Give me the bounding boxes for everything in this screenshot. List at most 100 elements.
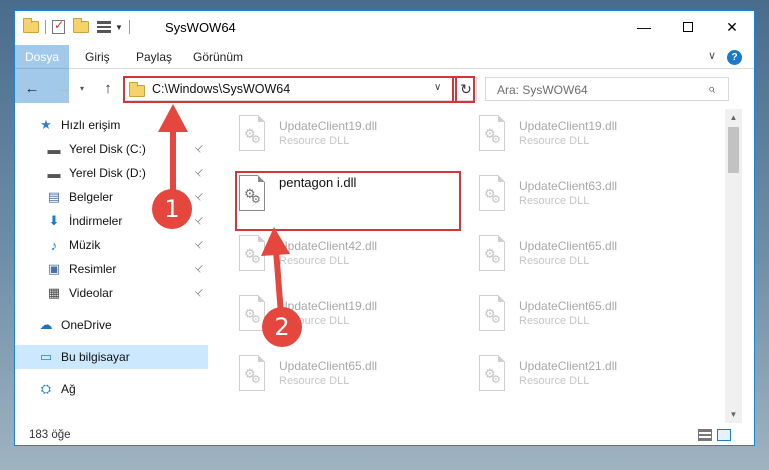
pin-icon[interactable]: ⊥ — [192, 166, 206, 180]
search-icon[interactable]: ⌕ — [708, 81, 715, 97]
gear-icon: ⚙ — [251, 134, 261, 146]
scrollbar-thumb[interactable] — [728, 127, 739, 173]
file-name: UpdateClient63.dll — [519, 179, 618, 193]
sidebar-item-yerel-disk-c-[interactable]: ▬ Yerel Disk (C:) ⊥ — [15, 137, 208, 161]
dll-file-icon: ⚙ ⚙ — [475, 175, 509, 215]
sidebar-item-label: Yerel Disk (D:) — [69, 166, 146, 180]
pin-icon[interactable]: ⊥ — [192, 190, 206, 204]
details-view-icon[interactable] — [698, 429, 712, 441]
file-description: Resource DLL — [279, 135, 350, 147]
explorer-window: ▼ SysWOW64 — ✕ Dosya Giriş Paylaş Görünü… — [14, 10, 755, 446]
status-bar: 183 öğe — [15, 425, 754, 445]
gear-icon: ⚙ — [491, 194, 501, 206]
sidebar-item-müzik[interactable]: ♪ Müzik ⊥ — [15, 233, 208, 257]
qat-dropdown-icon[interactable]: ▼ — [115, 23, 123, 32]
forward-button[interactable]: → — [53, 77, 75, 99]
document-icon: ▤ — [47, 189, 61, 204]
item-count: 183 öğe — [29, 429, 71, 441]
sidebar-item-label: Videolar — [69, 286, 113, 300]
sidebar-item-label: Müzik — [69, 238, 101, 252]
dll-file-icon: ⚙ ⚙ — [475, 235, 509, 275]
gear-icon: ⚙ — [491, 374, 501, 386]
file-item[interactable]: ⚙ ⚙ UpdateClient19.dll Resource DLL — [223, 289, 453, 347]
sidebar-item-label: Belgeler — [69, 190, 114, 204]
ribbon-expand-icon[interactable]: ∨ — [708, 49, 716, 62]
sidebar-item-label: OneDrive — [61, 318, 112, 332]
sidebar-item-hızlı-erişim[interactable]: ★ Hızlı erişim — [15, 113, 208, 137]
star-icon: ★ — [40, 117, 52, 132]
music-icon: ♪ — [50, 237, 58, 253]
file-description: Resource DLL — [279, 375, 350, 387]
file-description: Resource DLL — [519, 135, 590, 147]
file-name: UpdateClient21.dll — [519, 359, 618, 373]
file-highlight-box — [235, 171, 461, 231]
sidebar-item-resimler[interactable]: ▣ Resimler ⊥ — [15, 257, 208, 281]
tab-paylas[interactable]: Paylaş — [136, 45, 172, 69]
navigation-bar: ← → ▾ ↑ C:\Windows\SysWOW64 ∨ ↻ Ara: Sys… — [15, 75, 754, 103]
navigation-pane: ★ Hızlı erişim ▬ Yerel Disk (C:) ⊥ ▬ Yerel Dis… — [15, 111, 208, 423]
download-icon: ⬇ — [48, 213, 60, 228]
properties-icon[interactable] — [52, 18, 65, 34]
file-item[interactable]: ⚙ ⚙ UpdateClient63.dll Resource DLL — [463, 169, 693, 227]
file-description: Resource DLL — [519, 195, 590, 207]
dll-file-icon: ⚙ ⚙ — [475, 295, 509, 335]
view-options-icon[interactable] — [97, 21, 111, 33]
cloud-icon: ☁ — [39, 317, 53, 332]
tab-gorunum[interactable]: Görünüm — [193, 45, 243, 69]
file-item[interactable]: ⚙ ⚙ UpdateClient65.dll Resource DLL — [223, 349, 453, 407]
gear-icon: ⚙ — [491, 134, 501, 146]
file-item[interactable]: ⚙ ⚙ UpdateClient21.dll Resource DLL — [463, 349, 693, 407]
step-2-badge: 2 — [262, 307, 302, 347]
toolbar-separator — [128, 20, 130, 34]
file-name: UpdateClient19.dll — [279, 119, 378, 133]
pin-icon[interactable]: ⊥ — [192, 262, 206, 276]
drive-icon: ▬ — [47, 141, 61, 157]
new-folder-icon[interactable] — [73, 18, 89, 33]
file-name: UpdateClient65.dll — [279, 359, 378, 373]
sidebar-item-bu-bilgisayar[interactable]: ▭ Bu bilgisayar — [15, 345, 208, 369]
large-icons-view-icon[interactable] — [717, 429, 731, 441]
sidebar-item-ağ[interactable]: ⛭ Ağ — [15, 377, 208, 401]
scroll-up-icon[interactable]: ▲ — [725, 109, 742, 126]
scroll-down-icon[interactable]: ▼ — [725, 406, 742, 423]
file-item[interactable]: ⚙ ⚙ UpdateClient19.dll Resource DLL — [223, 109, 453, 167]
ribbon-tabs: Dosya Giriş Paylaş Görünüm ∨ ? — [15, 45, 754, 103]
tab-giris[interactable]: Giriş — [85, 45, 110, 69]
file-item[interactable]: ⚙ ⚙ UpdateClient19.dll Resource DLL — [463, 109, 693, 167]
pin-icon[interactable]: ⊥ — [192, 142, 206, 156]
help-button[interactable]: ? — [727, 50, 742, 65]
back-button[interactable]: ← — [21, 77, 43, 99]
file-item[interactable]: ⚙ ⚙ UpdateClient42.dll Resource DLL — [223, 229, 453, 287]
file-item[interactable]: ⚙ ⚙ UpdateClient65.dll Resource DLL — [463, 229, 693, 287]
maximize-button[interactable] — [665, 11, 711, 43]
gear-icon: ⚙ — [491, 314, 501, 326]
folder-icon[interactable] — [23, 18, 39, 33]
vertical-scrollbar[interactable]: ▲ ▼ — [725, 109, 742, 423]
network-icon: ⛭ — [40, 381, 52, 396]
gear-icon: ⚙ — [251, 254, 261, 266]
pin-icon[interactable]: ⊥ — [192, 214, 206, 228]
file-description: Resource DLL — [519, 375, 590, 387]
sidebar-item-yerel-disk-d-[interactable]: ▬ Yerel Disk (D:) ⊥ — [15, 161, 208, 185]
maximize-icon — [683, 22, 693, 32]
toolbar-separator — [45, 20, 46, 34]
sidebar-item-videolar[interactable]: ▦ Videolar ⊥ — [15, 281, 208, 305]
recent-locations-button[interactable]: ▾ — [75, 77, 89, 99]
minimize-button[interactable]: — — [621, 11, 667, 43]
file-item[interactable]: ⚙ ⚙ UpdateClient65.dll Resource DLL — [463, 289, 693, 347]
video-icon: ▦ — [47, 285, 61, 300]
search-input[interactable]: Ara: SysWOW64 — [497, 83, 588, 97]
search-box[interactable]: Ara: SysWOW64 ⌕ — [485, 77, 729, 101]
file-list: ⚙ ⚙ UpdateClient19.dll Resource DLL ⚙ ⚙ Update… — [223, 109, 725, 423]
file-name: UpdateClient19.dll — [519, 119, 618, 133]
sidebar-item-label: Bu bilgisayar — [61, 350, 130, 364]
sidebar-item-label: Hızlı erişim — [61, 118, 121, 132]
pin-icon[interactable]: ⊥ — [192, 286, 206, 300]
sidebar-item-label: İndirmeler — [69, 214, 123, 228]
close-button[interactable]: ✕ — [709, 11, 754, 43]
gear-icon: ⚙ — [491, 254, 501, 266]
pin-icon[interactable]: ⊥ — [192, 238, 206, 252]
up-button[interactable]: ↑ — [97, 77, 119, 99]
sidebar-item-onedrive[interactable]: ☁ OneDrive — [15, 313, 208, 337]
file-name: UpdateClient65.dll — [519, 239, 618, 253]
